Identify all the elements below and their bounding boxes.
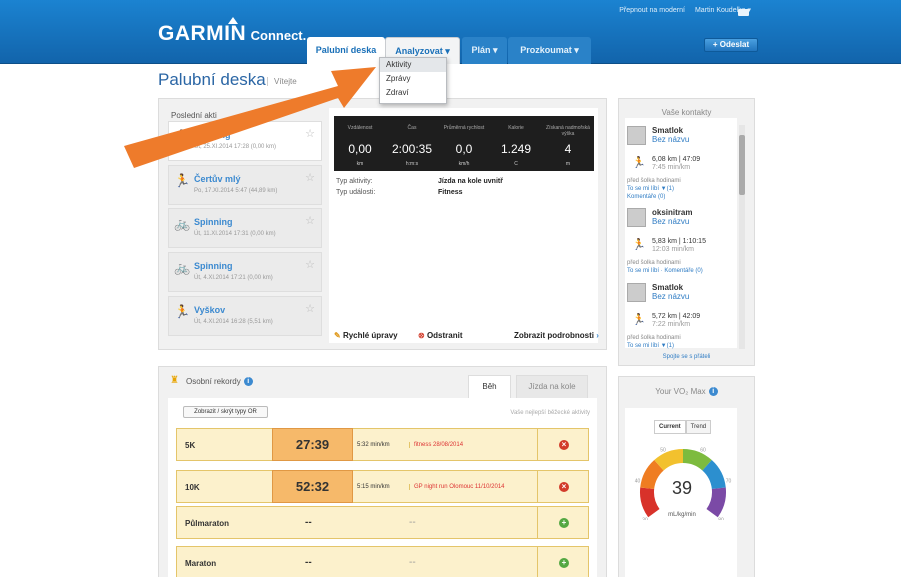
- chevron-right-icon: ›: [596, 331, 599, 340]
- gauge-tick-label: 30: [642, 518, 648, 520]
- tab-explore[interactable]: Prozkoumat ▾: [508, 37, 591, 64]
- garmin-logo[interactable]: GARMIN Connect.: [158, 17, 306, 46]
- bike-icon: 🚲: [174, 216, 191, 231]
- activity-item[interactable]: 🏃 Running Út, 25.XI.2014 17:28 (0,00 km) ☆: [168, 121, 322, 161]
- stat-calories: Kalorie 1.249 C: [500, 125, 532, 167]
- gauge-segment: [682, 449, 712, 471]
- tab-trend[interactable]: Trend: [685, 420, 712, 434]
- activity-type-value: Jízda na kole uvnitř: [438, 178, 503, 185]
- delete-record-icon[interactable]: ×: [559, 482, 569, 492]
- upload-button[interactable]: + Odeslat: [704, 38, 758, 52]
- star-icon[interactable]: ☆: [305, 214, 315, 227]
- tab-running[interactable]: Běh: [468, 375, 511, 398]
- gauge-tick-label: 70: [726, 478, 732, 484]
- trophy-icon: ♜: [170, 375, 179, 386]
- star-icon[interactable]: ☆: [305, 258, 315, 271]
- analyze-dropdown: Aktivity Zprávy Zdraví: [379, 57, 447, 104]
- star-icon[interactable]: ☆: [305, 127, 315, 140]
- bike-icon: 🚲: [174, 260, 191, 275]
- add-record-icon[interactable]: +: [559, 518, 569, 528]
- runner-icon: 🏃: [174, 173, 191, 188]
- record-row: Maraton -- -- +: [176, 546, 589, 577]
- avatar: [627, 126, 646, 145]
- records-title: Osobní rekordy i: [186, 377, 253, 386]
- star-icon[interactable]: ☆: [305, 302, 315, 315]
- records-note: Vaše nejlepší běžecké aktivity: [510, 410, 590, 416]
- runner-icon: 🏃: [632, 157, 646, 169]
- info-icon[interactable]: i: [243, 377, 253, 386]
- gauge-tick-label: 60: [700, 447, 706, 453]
- connect-friends-link[interactable]: Spojte se s přáteli: [618, 354, 755, 360]
- stat-distance: Vzdálenost 0,00 km: [347, 125, 373, 167]
- gauge-tick-label: 80: [718, 518, 724, 520]
- vo2max-title: Your VO₂ Max i: [618, 387, 755, 396]
- show-details-link[interactable]: Zobrazit podrobnosti ›: [514, 331, 599, 340]
- avatar: [627, 283, 646, 302]
- welcome-text: Vítejte: [267, 77, 297, 86]
- logo-triangle-icon: [228, 17, 238, 24]
- record-row: Půlmaraton -- -- +: [176, 506, 589, 539]
- top-links: Přepnout na moderní Martin Koudelka ▾: [609, 6, 751, 14]
- gauge-segment: [654, 449, 684, 471]
- delete-button[interactable]: ⊗ Odstranit: [418, 331, 463, 340]
- menu-item-reports[interactable]: Zprávy: [380, 72, 446, 86]
- tab-cycling[interactable]: Jízda na kole: [516, 375, 588, 398]
- delete-icon: ⊗: [418, 331, 425, 340]
- tab-dashboard[interactable]: Palubní deska: [307, 37, 385, 64]
- menu-item-health[interactable]: Zdraví: [380, 86, 446, 100]
- activity-item[interactable]: 🚲 Spinning Út, 4.XI.2014 17:21 (0,00 km) ☆: [168, 252, 322, 292]
- toggle-record-types-button[interactable]: Zobrazit / skrýt typy OR: [183, 406, 268, 418]
- activity-item[interactable]: 🏃 Čertův mlý Po, 17.XI.2014 5:47 (44,89 km…: [168, 165, 322, 205]
- activity-item[interactable]: 🏃 Vyškov Út, 4.XI.2014 16:28 (5,51 km) ☆: [168, 296, 322, 336]
- record-row: 5K 27:39 5:32 min/km fitness 28/08/2014 ×: [176, 428, 589, 461]
- stat-time: Čas 2:00:35 h:m:s: [391, 125, 433, 167]
- tab-current[interactable]: Current: [654, 420, 686, 434]
- activity-item[interactable]: 🚲 Spinning Út, 11.XI.2014 17:31 (0,00 km) ☆: [168, 208, 322, 248]
- vo2max-tabs: Current Trend: [654, 420, 712, 434]
- runner-icon: 🏃: [632, 239, 646, 251]
- panel-title: Poslední akti: [171, 111, 217, 120]
- vo2max-value: 39: [671, 478, 693, 498]
- stat-elevation-gain: Získaná nadmořská výška 4 m: [546, 125, 590, 167]
- runner-icon: 🏃: [174, 304, 191, 319]
- event-type-label: Typ události:: [336, 189, 376, 196]
- contacts-title: Vaše kontakty: [661, 108, 712, 117]
- activity-type-label: Typ aktivity:: [336, 178, 373, 185]
- tab-plan[interactable]: Plán ▾: [462, 37, 507, 64]
- pencil-icon: ✎: [334, 331, 341, 340]
- scroll-thumb[interactable]: [739, 135, 745, 195]
- add-record-icon[interactable]: +: [559, 558, 569, 568]
- contacts-scrollbar[interactable]: [739, 125, 745, 349]
- menu-item-activities[interactable]: Aktivity: [380, 58, 446, 72]
- star-icon[interactable]: ☆: [305, 171, 315, 184]
- switch-modern-link[interactable]: Přepnout na moderní: [619, 7, 685, 14]
- info-icon[interactable]: i: [708, 387, 718, 396]
- gauge-segment: [706, 487, 726, 518]
- event-type-value: Fitness: [438, 189, 463, 196]
- page-title: Palubní deska: [158, 70, 266, 89]
- gauge-tick-label: 50: [660, 447, 666, 453]
- delete-record-icon[interactable]: ×: [559, 440, 569, 450]
- quick-edit-button[interactable]: ✎ Rychlé úpravy: [334, 331, 398, 340]
- mail-icon[interactable]: [738, 9, 749, 16]
- vo2max-unit: mL/kg/min: [668, 512, 696, 518]
- gauge-tick-label: 40: [635, 478, 641, 484]
- runner-icon: 🏃: [174, 129, 191, 144]
- runner-icon: 🏃: [632, 314, 646, 326]
- stats-bar: Vzdálenost 0,00 km Čas 2:00:35 h:m:s Průměrn…: [334, 116, 594, 171]
- avatar: [627, 208, 646, 227]
- stat-avg-speed: Průměrná rychlost 0,0 km/h: [443, 125, 485, 167]
- record-row: 10K 52:32 5:15 min/km GP night run Olomouc …: [176, 470, 589, 503]
